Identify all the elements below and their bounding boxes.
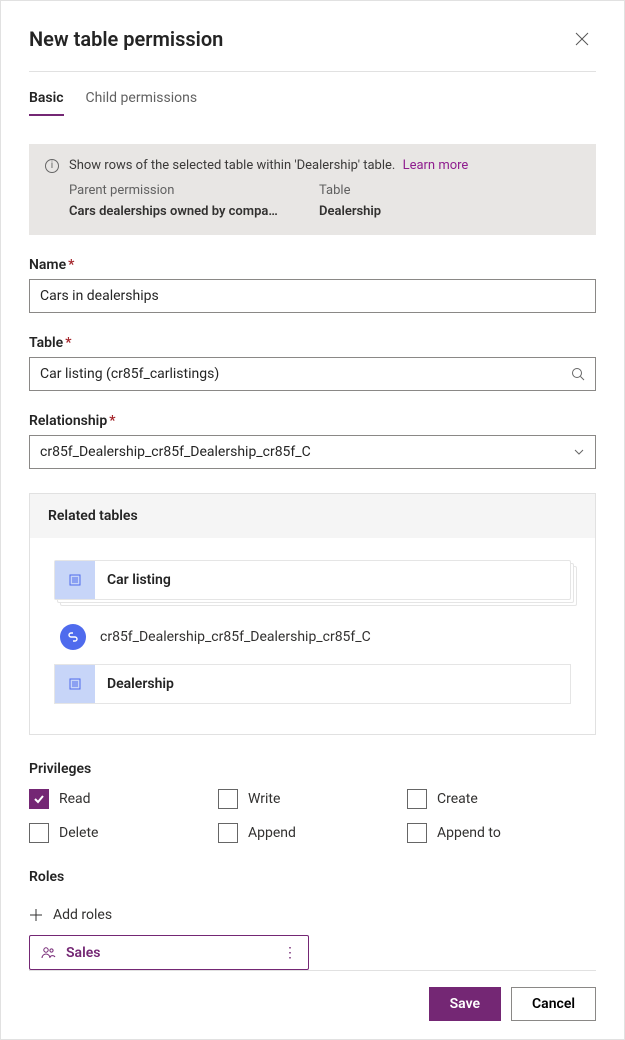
checkbox-label: Read — [59, 791, 91, 807]
roles-title: Roles — [29, 869, 596, 885]
relationship-label: Relationship* — [29, 413, 596, 429]
checkbox-box — [218, 789, 238, 809]
checkbox-read[interactable]: Read — [29, 789, 218, 809]
parent-permission-label: Parent permission — [69, 183, 319, 198]
tab-basic[interactable]: Basic — [29, 90, 64, 116]
relationship-label-text: Relationship — [29, 413, 107, 429]
learn-more-link[interactable]: Learn more — [403, 158, 469, 173]
table-icon — [55, 665, 95, 703]
privileges-grid: Read Write Create Delete Append Append t… — [29, 789, 596, 843]
role-chip-left: Sales — [40, 945, 100, 961]
close-button[interactable] — [568, 25, 596, 53]
link-icon — [60, 624, 86, 650]
more-icon[interactable]: ⋮ — [283, 945, 298, 961]
check-icon — [33, 793, 45, 805]
callout-message: Show rows of the selected table within '… — [69, 158, 468, 173]
plus-icon — [29, 908, 43, 922]
checkbox-label: Append — [248, 825, 296, 841]
checkbox-box — [29, 823, 49, 843]
relationship-link-row: cr85f_Dealership_cr85f_Dealership_cr85f_… — [60, 624, 571, 650]
checkbox-append-to[interactable]: Append to — [407, 823, 596, 843]
relationship-value: cr85f_Dealership_cr85f_Dealership_cr85f_… — [40, 444, 311, 460]
checkbox-box — [407, 823, 427, 843]
name-input[interactable] — [29, 279, 596, 313]
people-icon — [40, 945, 56, 961]
related-card-main: Car listing — [54, 560, 571, 600]
divider — [29, 71, 596, 72]
chevron-down-icon — [573, 446, 585, 458]
checkbox-box — [407, 789, 427, 809]
checkbox-delete[interactable]: Delete — [29, 823, 218, 843]
tab-child-permissions[interactable]: Child permissions — [86, 90, 198, 116]
callout-table-value: Dealership — [319, 204, 559, 219]
field-name: Name* — [29, 257, 596, 313]
checkbox-label: Delete — [59, 825, 98, 841]
checkbox-label: Append to — [437, 825, 501, 841]
checkbox-write[interactable]: Write — [218, 789, 407, 809]
name-label-text: Name — [29, 257, 66, 273]
related-card-car-listing: Car listing — [54, 560, 571, 604]
field-table: Table* Car listing (cr85f_carlistings) — [29, 335, 596, 391]
related-card-label: Car listing — [107, 572, 171, 588]
checkbox-label: Create — [437, 791, 478, 807]
callout-text-row: i Show rows of the selected table within… — [45, 158, 580, 173]
callout-message-text: Show rows of the selected table within '… — [69, 158, 395, 173]
info-icon: i — [45, 159, 59, 173]
panel: New table permission Basic Child permiss… — [0, 0, 625, 1040]
relationship-select[interactable]: cr85f_Dealership_cr85f_Dealership_cr85f_… — [29, 435, 596, 469]
panel-footer: Save Cancel — [29, 970, 596, 1021]
panel-header: New table permission — [29, 25, 596, 53]
checkbox-box — [218, 823, 238, 843]
privileges-title: Privileges — [29, 761, 596, 777]
parent-permission-value: Cars dealerships owned by compa… — [69, 204, 309, 219]
required-indicator: * — [65, 335, 71, 351]
checkbox-box — [29, 789, 49, 809]
tab-content: i Show rows of the selected table within… — [29, 122, 596, 970]
related-card-dealership: Dealership — [54, 664, 571, 704]
table-picker[interactable]: Car listing (cr85f_carlistings) — [29, 357, 596, 391]
panel-title: New table permission — [29, 27, 223, 51]
related-tables-block: Related tables Car listing — [29, 493, 596, 735]
field-relationship: Relationship* cr85f_Dealership_cr85f_Dea… — [29, 413, 596, 469]
tabs: Basic Child permissions — [29, 90, 596, 116]
add-roles-button[interactable]: Add roles — [29, 907, 596, 923]
close-icon — [575, 32, 589, 46]
related-tables-header: Related tables — [30, 494, 595, 538]
relationship-link-label: cr85f_Dealership_cr85f_Dealership_cr85f_… — [100, 629, 371, 645]
table-label: Table* — [29, 335, 596, 351]
required-indicator: * — [68, 257, 74, 273]
role-chip-sales[interactable]: Sales ⋮ — [29, 935, 309, 970]
callout-table-label: Table — [319, 183, 580, 198]
checkbox-label: Write — [248, 791, 280, 807]
related-card-label: Dealership — [107, 676, 174, 692]
table-icon — [55, 561, 95, 599]
required-indicator: * — [109, 413, 115, 429]
table-picker-value: Car listing (cr85f_carlistings) — [40, 366, 219, 382]
name-label: Name* — [29, 257, 596, 273]
save-button[interactable]: Save — [429, 987, 501, 1021]
cancel-button[interactable]: Cancel — [511, 987, 596, 1021]
search-icon — [571, 367, 585, 381]
info-callout: i Show rows of the selected table within… — [29, 144, 596, 235]
checkbox-create[interactable]: Create — [407, 789, 596, 809]
add-roles-label: Add roles — [53, 907, 112, 923]
related-tables-body: Car listing cr85f_Dealership_cr85f_Deale… — [30, 538, 595, 734]
callout-grid: Parent permission Table Cars dealerships… — [69, 183, 580, 219]
role-chip-label: Sales — [66, 945, 100, 961]
table-label-text: Table — [29, 335, 63, 351]
checkbox-append[interactable]: Append — [218, 823, 407, 843]
